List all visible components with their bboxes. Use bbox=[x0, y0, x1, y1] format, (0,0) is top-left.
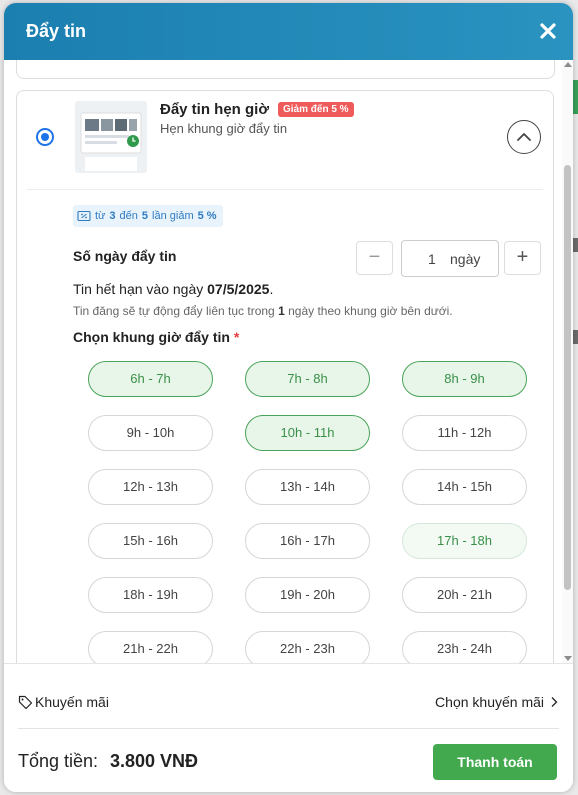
time-slot-button[interactable]: 17h - 18h bbox=[402, 523, 527, 559]
option-thumbnail bbox=[75, 101, 147, 173]
push-post-modal: Đẩy tin Đẩy tin hẹn giờ Giảm đến 5 % Hẹn… bbox=[4, 3, 573, 792]
background-page-strip bbox=[573, 238, 578, 252]
total-value: 3.800 VNĐ bbox=[110, 751, 199, 771]
expiry-text: Tin hết hạn vào ngày 07/5/2025. bbox=[73, 281, 273, 297]
time-slot-button[interactable]: 15h - 16h bbox=[88, 523, 213, 559]
time-slot-button[interactable]: 8h - 9h bbox=[402, 361, 527, 397]
time-slot-button[interactable]: 14h - 15h bbox=[402, 469, 527, 505]
time-slot-label: Chọn khung giờ đẩy tin * bbox=[73, 329, 239, 345]
required-mark: * bbox=[233, 329, 240, 345]
modal-content[interactable]: Đẩy tin hẹn giờ Giảm đến 5 % Hẹn khung g… bbox=[4, 60, 573, 663]
choose-promotion-label: Chọn khuyến mãi bbox=[435, 694, 544, 710]
promotion-label-group: Khuyến mãi bbox=[18, 694, 109, 710]
expiry-label: Tin hết hạn vào ngày bbox=[73, 281, 204, 297]
chevron-up-icon bbox=[517, 133, 531, 141]
time-slot-button[interactable]: 13h - 14h bbox=[245, 469, 370, 505]
total-label: Tổng tiền: bbox=[18, 751, 99, 771]
days-label: Số ngày đẩy tin bbox=[73, 248, 177, 264]
scrollbar-thumb[interactable] bbox=[564, 165, 571, 590]
divider bbox=[27, 189, 543, 190]
divider bbox=[18, 728, 559, 729]
previous-option-card bbox=[16, 60, 555, 79]
time-slot-button[interactable]: 19h - 20h bbox=[245, 577, 370, 613]
time-slot-button[interactable]: 11h - 12h bbox=[402, 415, 527, 451]
expiry-date: 07/5/2025 bbox=[207, 281, 270, 297]
time-slot-button[interactable]: 23h - 24h bbox=[402, 631, 527, 663]
option-subtitle: Hẹn khung giờ đẩy tin bbox=[160, 121, 288, 136]
time-slot-button[interactable]: 18h - 19h bbox=[88, 577, 213, 613]
auto-note-after: ngày theo khung giờ bên dưới. bbox=[288, 304, 453, 318]
auto-note-days: 1 bbox=[278, 304, 285, 318]
promotion-label: Khuyến mãi bbox=[35, 694, 109, 710]
scrollbar[interactable] bbox=[562, 60, 573, 663]
days-input[interactable]: 1 ngày bbox=[401, 240, 499, 277]
collapse-button[interactable] bbox=[507, 120, 541, 154]
modal-header: Đẩy tin bbox=[4, 3, 573, 60]
option-radio[interactable] bbox=[36, 128, 54, 146]
increase-days-button[interactable]: + bbox=[504, 241, 541, 275]
background-page-strip bbox=[573, 80, 578, 114]
time-slot-button[interactable]: 9h - 10h bbox=[88, 415, 213, 451]
days-value: 1 bbox=[428, 251, 436, 267]
discount-badge: Giảm đến 5 % bbox=[278, 102, 354, 117]
promo-text-prefix: từ bbox=[95, 210, 106, 222]
modal-footer: Khuyến mãi Chọn khuyến mãi Tổng tiền: 3.… bbox=[4, 663, 573, 792]
expiry-suffix: . bbox=[269, 281, 274, 297]
tag-icon bbox=[18, 695, 33, 709]
promo-to: 5 bbox=[141, 210, 149, 222]
option-title: Đẩy tin hẹn giờ bbox=[160, 101, 270, 118]
listing-preview-image bbox=[80, 112, 142, 171]
decrease-days-button[interactable]: − bbox=[356, 241, 393, 275]
modal-title: Đẩy tin bbox=[26, 21, 87, 41]
pay-button[interactable]: Thanh toán bbox=[433, 744, 557, 780]
time-slot-button[interactable]: 10h - 11h bbox=[245, 415, 370, 451]
days-unit: ngày bbox=[450, 251, 481, 267]
time-slot-button[interactable]: 12h - 13h bbox=[88, 469, 213, 505]
scroll-down-icon[interactable] bbox=[564, 656, 572, 661]
promotion-row: Khuyến mãi Chọn khuyến mãi bbox=[18, 686, 558, 720]
auto-note-before: Tin đăng sẽ tự động đẩy liên tục trong bbox=[73, 304, 275, 318]
time-slot-button[interactable]: 22h - 23h bbox=[245, 631, 370, 663]
time-slot-label-text: Chọn khung giờ đẩy tin bbox=[73, 329, 230, 345]
time-slot-button[interactable]: 21h - 22h bbox=[88, 631, 213, 663]
ticket-icon bbox=[77, 210, 91, 222]
volume-discount-tag: từ 3 đến 5 lần giảm 5 % bbox=[73, 205, 223, 227]
scheduled-push-option-card: Đẩy tin hẹn giờ Giảm đến 5 % Hẹn khung g… bbox=[16, 90, 554, 663]
time-slot-button[interactable]: 7h - 8h bbox=[245, 361, 370, 397]
chevron-right-icon bbox=[551, 697, 558, 707]
promo-text-mid: lần giảm bbox=[152, 210, 194, 222]
close-button[interactable] bbox=[533, 16, 563, 46]
promo-text-mid: đến bbox=[119, 210, 138, 222]
choose-promotion-button[interactable]: Chọn khuyến mãi bbox=[435, 694, 558, 710]
auto-push-note: Tin đăng sẽ tự động đẩy liên tục trong 1… bbox=[73, 304, 453, 318]
background-page-strip bbox=[573, 330, 578, 344]
promo-from: 3 bbox=[109, 210, 116, 222]
time-slot-button[interactable]: 16h - 17h bbox=[245, 523, 370, 559]
time-slot-button[interactable]: 6h - 7h bbox=[88, 361, 213, 397]
promo-discount: 5 % bbox=[197, 210, 217, 222]
time-slot-button[interactable]: 20h - 21h bbox=[402, 577, 527, 613]
close-icon bbox=[540, 23, 556, 39]
scroll-up-icon[interactable] bbox=[564, 62, 572, 67]
